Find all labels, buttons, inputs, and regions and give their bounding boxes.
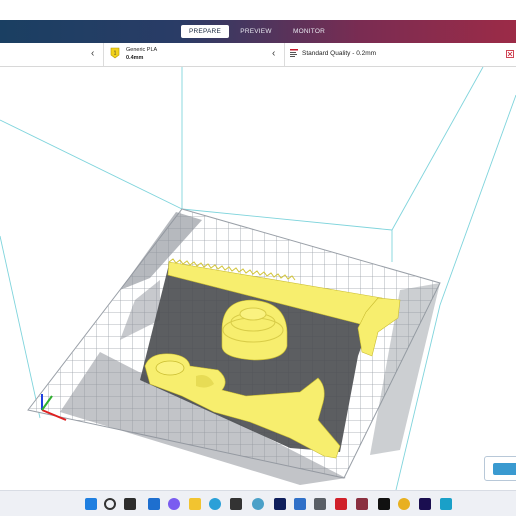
stage-header: PREPARE PREVIEW MONITOR: [0, 20, 516, 43]
chat-icon[interactable]: [168, 498, 180, 510]
acrobat-icon[interactable]: [335, 498, 347, 510]
edge-browser-icon[interactable]: [209, 498, 221, 510]
profile-icon: [290, 49, 298, 57]
material-name[interactable]: Generic PLA: [126, 47, 157, 53]
widgets-icon[interactable]: [148, 498, 160, 510]
tab-monitor[interactable]: MONITOR: [286, 25, 332, 38]
divider: [284, 43, 285, 66]
chevron-left-icon[interactable]: ‹: [272, 48, 275, 60]
svg-text:1: 1: [114, 51, 117, 57]
chevron-left-icon[interactable]: ‹: [91, 48, 94, 60]
dome-model[interactable]: [221, 299, 288, 361]
tab-preview[interactable]: PREVIEW: [234, 25, 278, 38]
nozzle-size[interactable]: 0.4mm: [126, 55, 143, 61]
store-icon[interactable]: [230, 498, 242, 510]
image-viewer-icon[interactable]: [294, 498, 306, 510]
search-icon[interactable]: [104, 498, 116, 510]
app-icon[interactable]: [314, 498, 326, 510]
window-top-strip: [0, 0, 516, 20]
divider: [103, 43, 104, 66]
file-explorer-icon[interactable]: [189, 498, 201, 510]
photoshop-icon[interactable]: [274, 498, 286, 510]
cura-icon[interactable]: [440, 498, 452, 510]
extruder-icon[interactable]: 1: [110, 47, 120, 59]
3d-viewport[interactable]: [0, 67, 516, 490]
print-profile[interactable]: Standard Quality - 0.2mm: [302, 50, 376, 57]
custom-settings-icon[interactable]: [506, 50, 514, 58]
windows-taskbar: [0, 490, 516, 516]
tab-prepare[interactable]: PREPARE: [181, 25, 229, 38]
app-icon[interactable]: [356, 498, 368, 510]
chrome-icon[interactable]: [398, 498, 410, 510]
app-icon[interactable]: [252, 498, 264, 510]
slice-button[interactable]: [493, 463, 516, 475]
capcut-icon[interactable]: [378, 498, 390, 510]
task-view-icon[interactable]: [124, 498, 136, 510]
slice-panel[interactable]: [484, 456, 516, 481]
windows-start-icon[interactable]: [85, 498, 97, 510]
stage-menu-bar: ‹ ‹: [0, 43, 516, 67]
premiere-icon[interactable]: [419, 498, 431, 510]
